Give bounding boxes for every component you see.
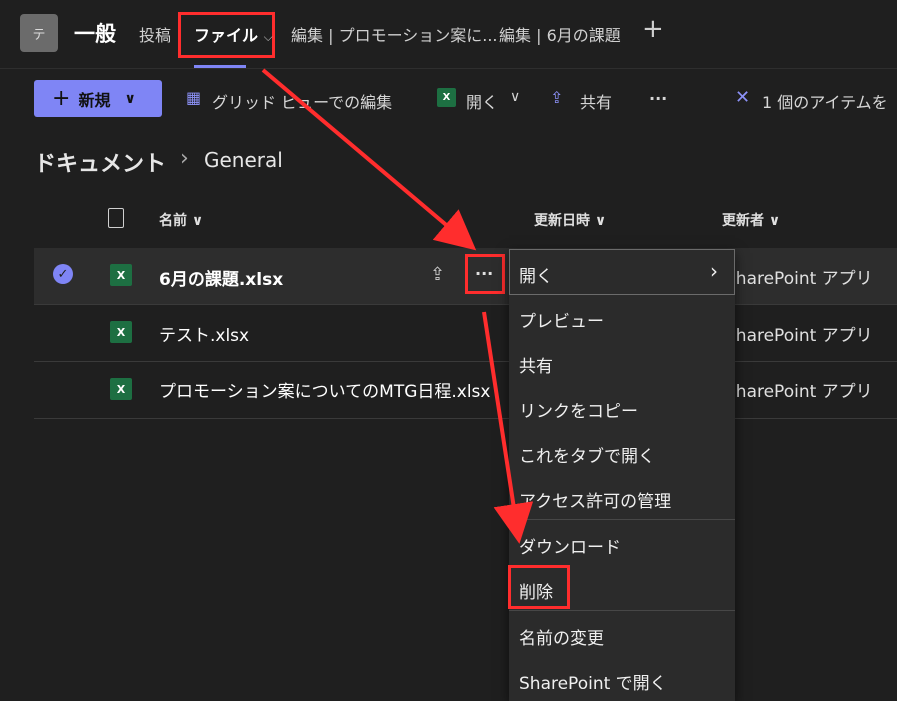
arrow-to-more-button (261, 68, 477, 251)
arrow-to-delete (482, 311, 534, 544)
annotation-arrows (261, 68, 534, 544)
